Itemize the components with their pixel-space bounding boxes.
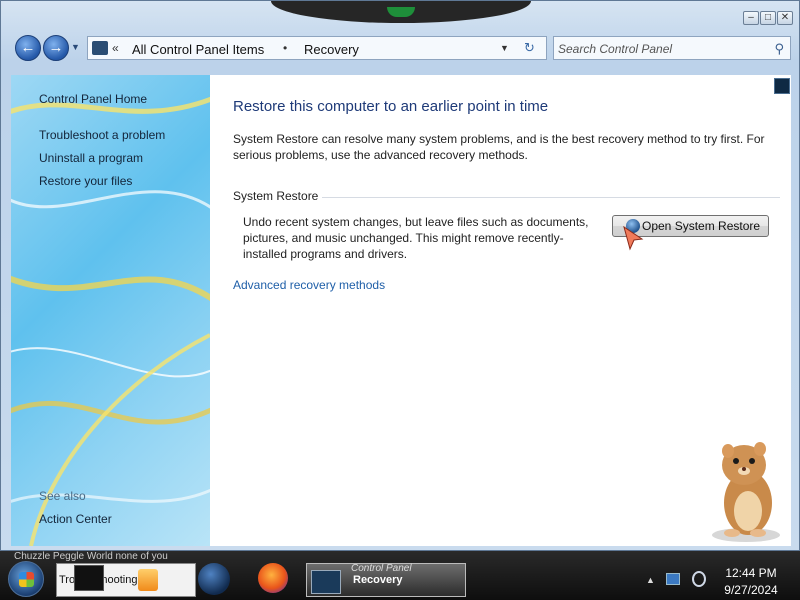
breadcrumb-all-items[interactable]: All Control Panel Items	[132, 42, 264, 57]
taskbar-item-control-panel-subtitle: Recovery	[353, 574, 403, 586]
volume-icon[interactable]	[692, 571, 706, 587]
sidebar-link-restore-files[interactable]: Restore your files	[39, 174, 132, 188]
search-icon[interactable]: ⚲	[774, 41, 784, 57]
system-restore-description: Undo recent system changes, but leave fi…	[243, 215, 589, 261]
maximize-button[interactable]: □	[760, 11, 776, 25]
window-top-decoration	[271, 1, 531, 23]
search-box[interactable]: Search Control Panel ⚲	[553, 36, 791, 60]
breadcrumb-separator-icon[interactable]: •	[283, 41, 287, 55]
minimize-button[interactable]: –	[743, 11, 759, 25]
system-restore-group-label: System Restore	[233, 189, 323, 203]
page-description: System Restore can resolve many system p…	[233, 132, 765, 162]
taskbar: Chuzzle Peggle World none of you Trouble…	[0, 551, 800, 600]
breadcrumb-recovery[interactable]: Recovery	[304, 42, 359, 57]
firefox-icon[interactable]	[258, 563, 288, 593]
breadcrumb-overflow-icon[interactable]: «	[112, 41, 119, 55]
clock-date[interactable]: 9/27/2024	[720, 583, 782, 597]
sidebar-link-action-center[interactable]: Action Center	[39, 512, 112, 526]
sidebar-link-control-panel-home[interactable]: Control Panel Home	[39, 92, 147, 106]
recent-pages-dropdown-icon[interactable]: ▼	[71, 42, 80, 52]
search-input[interactable]: Search Control Panel	[558, 42, 672, 56]
show-hidden-icons-icon[interactable]: ▲	[646, 575, 655, 585]
page-title: Restore this computer to an earlier poin…	[233, 98, 549, 115]
taskbar-window-titles: Chuzzle Peggle World none of you	[14, 551, 168, 562]
sidebar-link-troubleshoot[interactable]: Troubleshoot a problem	[39, 128, 165, 142]
mouse-cursor-icon	[623, 225, 644, 251]
address-dropdown-icon[interactable]: ▼	[500, 43, 509, 53]
taskbar-item-control-panel[interactable]: Control Panel Recovery	[306, 563, 466, 597]
windows-logo-icon	[19, 572, 34, 587]
media-player-icon[interactable]	[138, 569, 158, 591]
control-panel-window: – □ ✕ ← → ▼ « All Control Panel Items • …	[0, 0, 800, 551]
caption-buttons: – □ ✕	[743, 11, 793, 25]
internet-explorer-icon[interactable]	[198, 563, 230, 595]
clock-time[interactable]: 12:44 PM	[720, 566, 782, 580]
sidebar: Control Panel Home Troubleshoot a proble…	[11, 75, 210, 546]
help-icon[interactable]	[774, 78, 790, 94]
refresh-icon[interactable]: ↻	[524, 40, 535, 56]
advanced-recovery-link[interactable]: Advanced recovery methods	[233, 278, 385, 292]
main-content: Restore this computer to an earlier poin…	[210, 75, 791, 546]
start-button[interactable]	[8, 561, 44, 597]
taskbar-item-control-panel-title: Control Panel	[351, 563, 412, 574]
control-panel-icon	[92, 41, 108, 55]
hamster-mascot-icon	[712, 442, 780, 542]
navigation-bar: ← → ▼ « All Control Panel Items • Recove…	[11, 33, 791, 63]
sidebar-link-uninstall[interactable]: Uninstall a program	[39, 151, 143, 165]
close-button[interactable]: ✕	[777, 11, 793, 25]
open-system-restore-label: Open System Restore	[642, 219, 761, 233]
status-led	[387, 7, 415, 17]
back-button[interactable]: ←	[15, 35, 41, 61]
address-bar[interactable]: « All Control Panel Items • Recovery ▼ ↻	[87, 36, 547, 60]
media-center-icon[interactable]	[74, 565, 104, 591]
control-panel-thumbnail-icon	[311, 570, 341, 594]
network-icon[interactable]	[666, 573, 680, 585]
forward-button[interactable]: →	[43, 35, 69, 61]
sidebar-background-swirls	[11, 96, 210, 546]
see-also-heading: See also	[39, 489, 86, 503]
